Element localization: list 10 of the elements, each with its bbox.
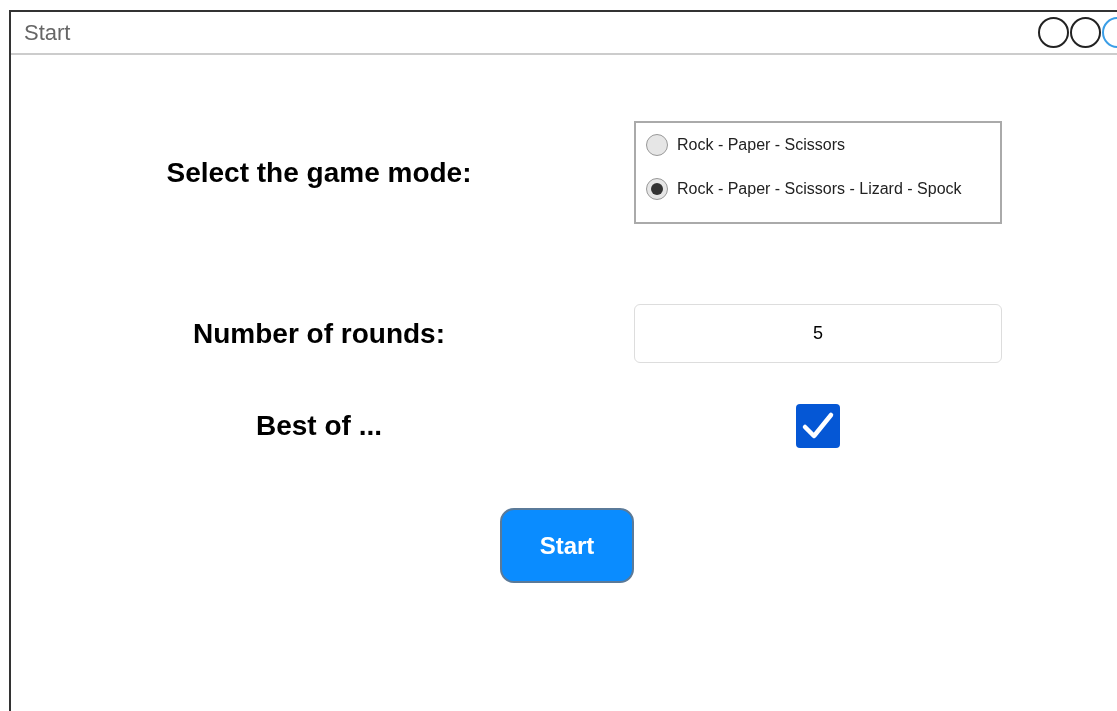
radio-option[interactable]: Rock - Paper - Scissors	[646, 133, 1000, 157]
rounds-field[interactable]: 5	[634, 304, 1002, 363]
radio-option[interactable]: Rock - Paper - Scissors - Lizard - Spock	[646, 177, 1000, 201]
checkbox[interactable]	[796, 404, 840, 448]
best-of-label: Best of ...	[256, 410, 382, 441]
window-title: Start	[24, 19, 71, 47]
game-mode-label: Select the game mode:	[166, 156, 472, 188]
radio-button[interactable]	[646, 134, 668, 156]
radio-button[interactable]	[646, 178, 668, 200]
rounds-label: Number of rounds:	[193, 317, 445, 349]
